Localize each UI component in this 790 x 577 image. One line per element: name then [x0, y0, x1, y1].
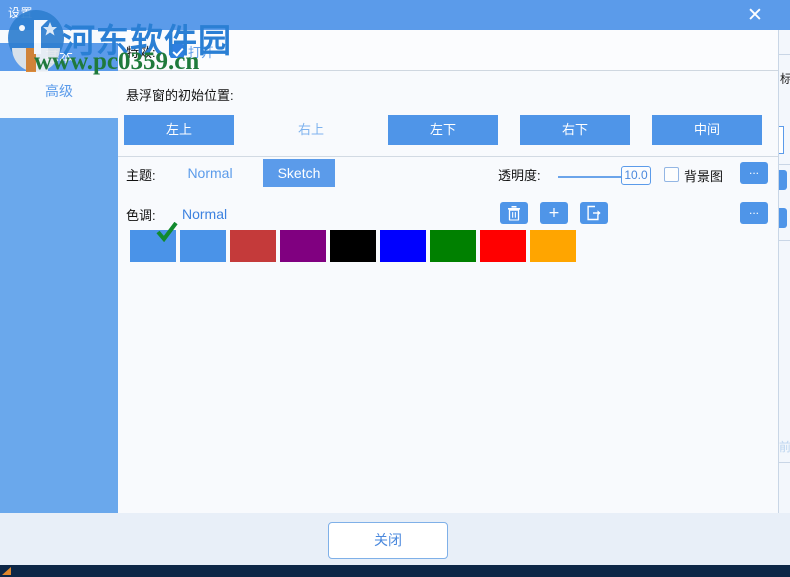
section-divider [118, 156, 778, 157]
theme-option-sketch[interactable]: Sketch [263, 159, 335, 187]
background-image-label: 背景图 [684, 169, 724, 184]
window-title: 设置 [8, 6, 34, 20]
position-button-bottom-left[interactable]: 左下 [388, 115, 498, 145]
background-image-checkbox[interactable] [664, 167, 679, 182]
edge-partial-label: 标 [780, 70, 790, 87]
color-swatch[interactable] [430, 230, 476, 262]
close-button[interactable]: 关闭 [328, 522, 448, 559]
color-swatch[interactable] [130, 230, 176, 262]
taskbar-icon [2, 567, 11, 575]
color-swatch[interactable] [330, 230, 376, 262]
tone-value[interactable]: Normal [176, 200, 244, 228]
edge-button-remnant [779, 208, 787, 228]
settings-window: 设置 ✕ 基本 高级 特效: 打开 悬浮窗的初始位置: 左上 右上 左下 右下 … [0, 0, 790, 577]
close-icon[interactable]: ✕ [742, 3, 768, 27]
background-window-edge: 标 前页 [778, 30, 790, 513]
edge-divider [779, 54, 790, 55]
position-button-group: 左上 右上 左下 右下 中间 [124, 115, 772, 145]
export-palette-button[interactable] [580, 202, 608, 224]
effects-checkbox[interactable] [170, 44, 184, 58]
title-bar: 设置 ✕ [0, 0, 790, 30]
sidebar-filler [0, 118, 118, 513]
color-swatch[interactable] [280, 230, 326, 262]
sidebar-item-advanced[interactable]: 高级 [0, 77, 118, 105]
transparency-label: 透明度: [498, 168, 541, 183]
position-button-center[interactable]: 中间 [652, 115, 762, 145]
edge-button-remnant [779, 170, 787, 190]
position-button-bottom-right[interactable]: 右下 [520, 115, 630, 145]
sidebar: 基本 高级 [0, 30, 118, 513]
position-section-title: 悬浮窗的初始位置: [126, 88, 234, 103]
export-icon [587, 205, 601, 221]
color-swatch[interactable] [480, 230, 526, 262]
footer-bar: 关闭 [0, 513, 790, 565]
delete-palette-button[interactable] [500, 202, 528, 224]
color-swatch[interactable] [530, 230, 576, 262]
ellipsis-icon: ... [748, 203, 759, 217]
color-swatch[interactable] [380, 230, 426, 262]
position-button-top-right[interactable]: 右上 [256, 115, 366, 145]
theme-label: 主题: [126, 168, 156, 183]
taskbar [0, 565, 790, 577]
edge-faint-label: 前页 [779, 440, 790, 454]
theme-option-normal[interactable]: Normal [176, 159, 244, 187]
effects-on-label: 打开 [188, 45, 215, 60]
palette-more-button[interactable]: ... [740, 202, 768, 224]
color-swatch[interactable] [230, 230, 276, 262]
add-palette-button[interactable]: + [540, 202, 568, 224]
sidebar-item-basic[interactable]: 基本 [0, 43, 118, 71]
background-image-browse-button[interactable]: ... [740, 162, 768, 184]
edge-divider [779, 240, 790, 241]
color-swatch-list [130, 222, 650, 266]
trash-icon [508, 206, 520, 221]
plus-icon: + [548, 205, 560, 221]
tone-label: 色调: [126, 208, 156, 223]
effects-row: 特效: 打开 [118, 30, 778, 71]
edge-input-remnant [779, 126, 784, 154]
edge-divider [779, 164, 790, 165]
effects-label: 特效: [126, 45, 156, 60]
edge-divider [779, 462, 790, 463]
settings-content: 特效: 打开 悬浮窗的初始位置: 左上 右上 左下 右下 中间 主题: Norm… [118, 30, 778, 513]
position-button-top-left[interactable]: 左上 [124, 115, 234, 145]
color-swatch[interactable] [180, 230, 226, 262]
transparency-value-input[interactable]: 10.0 [621, 166, 651, 185]
